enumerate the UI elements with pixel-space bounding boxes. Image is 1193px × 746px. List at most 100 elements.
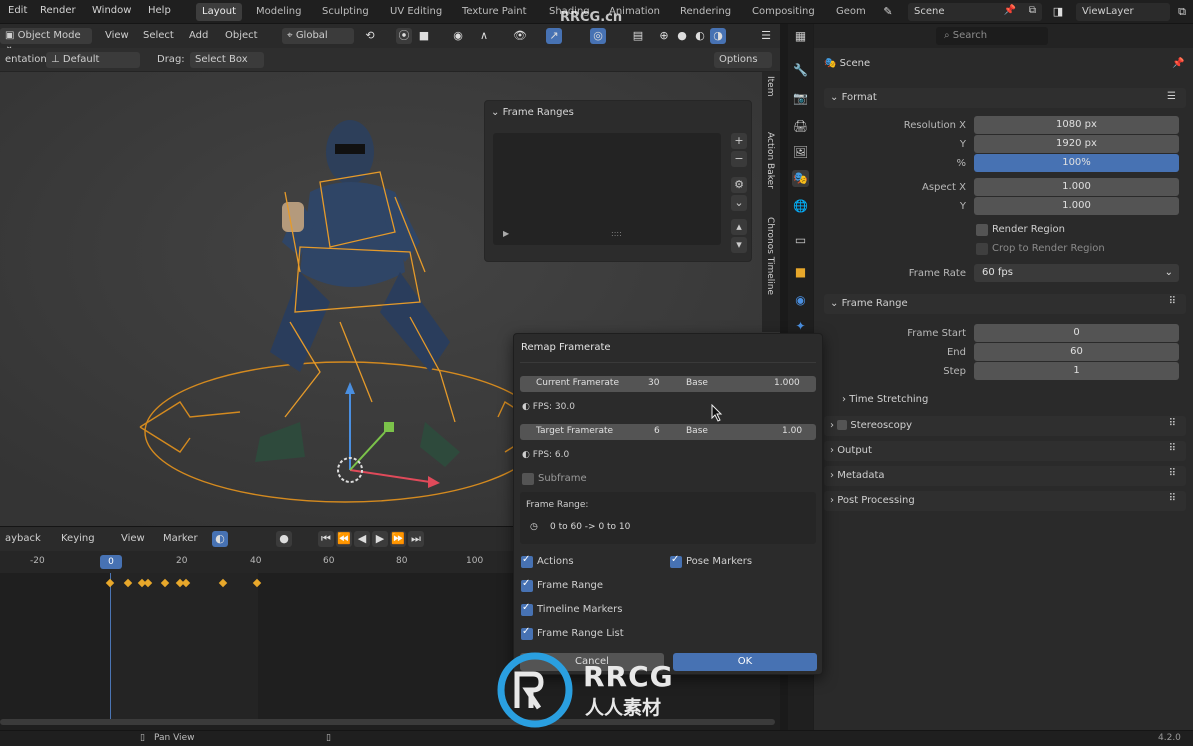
resolution-percent-slider[interactable]: 100% — [974, 154, 1179, 172]
snap-icon[interactable]: ⦿ — [396, 28, 412, 44]
options-dropdown[interactable]: Options — [714, 52, 772, 68]
auto-key-icon[interactable]: ◐ — [212, 531, 228, 547]
menu-add[interactable]: Add — [184, 28, 213, 44]
prev-keyframe-icon[interactable]: ⏪ — [336, 531, 352, 547]
tab-action-baker[interactable]: Action Baker — [765, 132, 775, 189]
render-icon[interactable]: 📷 — [792, 90, 809, 107]
menu-marker[interactable]: Marker — [158, 531, 203, 547]
tab-item[interactable]: Item — [765, 76, 775, 97]
material-shading-icon[interactable]: ◐ — [692, 28, 708, 44]
rendered-shading-icon[interactable]: ◑ — [710, 28, 726, 44]
frame-start-field[interactable]: 0 — [974, 324, 1179, 342]
view-layer-selector[interactable]: ViewLayer — [1076, 3, 1170, 21]
drag-handle-icon[interactable]: ⠿ — [1169, 468, 1176, 479]
aspect-y-field[interactable]: 1.000 — [974, 197, 1179, 215]
scene-icon[interactable]: 🎭 — [792, 170, 809, 187]
output-icon[interactable]: 🖨 — [792, 118, 809, 135]
tab-rendering[interactable]: Rendering — [674, 3, 737, 21]
add-range-icon[interactable]: + — [731, 133, 747, 149]
wireframe-shading-icon[interactable]: ⊕ — [656, 28, 672, 44]
mode-dropdown[interactable]: ▣ Object Mode ⌄ — [0, 28, 92, 52]
subframe-checkbox[interactable] — [522, 473, 534, 485]
menu-object[interactable]: Object — [220, 28, 263, 44]
pivot-icon[interactable]: ⟲ — [362, 28, 378, 44]
remove-range-icon[interactable]: − — [731, 151, 747, 167]
target-framerate-field[interactable]: Target Framerate 6 Base 1.00 — [520, 424, 816, 440]
menu-help[interactable]: Help — [148, 5, 171, 16]
stereoscopy-checkbox[interactable] — [837, 420, 848, 430]
menu-view[interactable]: View — [100, 28, 134, 44]
timeline-markers-checkbox[interactable] — [521, 602, 533, 616]
frame-range-checkbox[interactable] — [521, 578, 533, 592]
record-icon[interactable]: ● — [276, 531, 292, 547]
drag-handle-icon[interactable]: ⠿ — [1169, 296, 1176, 307]
tool-icon[interactable]: 🔧 — [792, 62, 809, 79]
play-reverse-icon[interactable]: ◀ — [354, 531, 370, 547]
properties-search[interactable]: ⌕ Search — [936, 27, 1048, 45]
list-resize-handle[interactable]: :::: — [611, 229, 622, 238]
scene-selector[interactable]: Scene 📌 ⧉ — [908, 3, 1042, 21]
menu-keying[interactable]: Keying — [56, 531, 100, 547]
frame-range-list-checkbox[interactable] — [521, 626, 533, 640]
menu-playback[interactable]: ayback — [0, 531, 46, 547]
frame-ranges-list[interactable]: ▶ :::: — [493, 133, 721, 245]
resolution-y-field[interactable]: 1920 px — [974, 135, 1179, 153]
proportional-edit-icon[interactable]: ◉ — [450, 28, 466, 44]
next-keyframe-icon[interactable]: ⏩ — [390, 531, 406, 547]
overlays-icon[interactable]: ◎ — [590, 28, 606, 44]
new-view-layer-icon[interactable]: ⧉ — [1174, 4, 1190, 20]
object-icon[interactable]: ■ — [792, 264, 809, 281]
menu-render[interactable]: Render — [40, 5, 76, 16]
menu-window[interactable]: Window — [92, 5, 131, 16]
tab-compositing[interactable]: Compositing — [746, 3, 821, 21]
render-region-checkbox[interactable] — [976, 224, 988, 236]
menu-select[interactable]: Select — [138, 28, 179, 44]
view-layer-icon[interactable]: ◨ — [1050, 4, 1066, 20]
move-down-icon[interactable]: ▾ — [731, 237, 747, 253]
tab-uv-editing[interactable]: UV Editing — [384, 3, 448, 21]
actions-checkbox[interactable] — [521, 554, 533, 568]
format-section-header[interactable]: ⌄ Format ☰ — [824, 88, 1186, 108]
sidebar-toggle-icon[interactable]: ☰ — [758, 28, 774, 44]
visibility-icon[interactable]: 👁 — [512, 28, 528, 44]
tab-modeling[interactable]: Modeling — [250, 3, 308, 21]
stereoscopy-section-header[interactable]: › Stereoscopy ⠿ — [824, 416, 1186, 436]
tab-chronos-timeline[interactable]: Chronos Timeline — [765, 217, 775, 295]
drag-dropdown[interactable]: Select Box — [190, 52, 264, 68]
solid-shading-icon[interactable]: ● — [674, 28, 690, 44]
presets-icon[interactable]: ☰ — [1167, 91, 1176, 102]
aspect-x-field[interactable]: 1.000 — [974, 178, 1179, 196]
pose-markers-checkbox[interactable] — [670, 554, 682, 568]
scene-icon[interactable]: ✎ — [880, 4, 896, 20]
play-icon[interactable]: ▶ — [503, 229, 509, 238]
tab-geometry[interactable]: Geom — [830, 3, 872, 21]
crop-region-checkbox[interactable] — [976, 243, 988, 255]
menu-edit[interactable]: Edit — [8, 5, 27, 16]
range-settings-icon[interactable]: ⚙ — [731, 177, 747, 193]
output-section-header[interactable]: › Output ⠿ — [824, 441, 1186, 461]
falloff-icon[interactable]: ∧ — [476, 28, 492, 44]
tab-layout[interactable]: Layout — [196, 3, 242, 21]
snap-target-icon[interactable]: ■ — [416, 28, 432, 44]
frame-step-field[interactable]: 1 — [974, 362, 1179, 380]
move-up-icon[interactable]: ▴ — [731, 219, 747, 235]
current-framerate-field[interactable]: Current Framerate 30 Base 1.000 — [520, 376, 816, 392]
new-scene-icon[interactable]: ⧉ — [1029, 5, 1036, 16]
range-menu-icon[interactable]: ⌄ — [731, 195, 747, 211]
xray-icon[interactable]: ▤ — [630, 28, 646, 44]
current-frame-indicator[interactable]: 0 — [100, 555, 122, 569]
orientation-dropdown[interactable]: ⊥ Default — [46, 52, 140, 68]
frame-ranges-title[interactable]: ⌄ Frame Ranges — [491, 107, 574, 118]
resolution-x-field[interactable]: 1080 px — [974, 116, 1179, 134]
post-processing-section-header[interactable]: › Post Processing ⠿ — [824, 491, 1186, 511]
time-stretching-subpanel[interactable]: › Time Stretching — [842, 394, 928, 405]
collection-icon[interactable]: ▭ — [792, 232, 809, 249]
physics-icon[interactable]: ◉ — [792, 292, 809, 309]
view-layer-icon[interactable]: 🖼 — [792, 144, 809, 161]
pin-icon[interactable]: 📌 — [1172, 58, 1184, 69]
jump-start-icon[interactable]: ⏮ — [318, 531, 334, 547]
transform-orientation-dropdown[interactable]: ⌖ Global — [282, 28, 354, 44]
tab-texture-paint[interactable]: Texture Paint — [456, 3, 533, 21]
drag-handle-icon[interactable]: ⠿ — [1169, 418, 1176, 429]
editor-type-icon[interactable]: ▦ — [792, 28, 809, 45]
